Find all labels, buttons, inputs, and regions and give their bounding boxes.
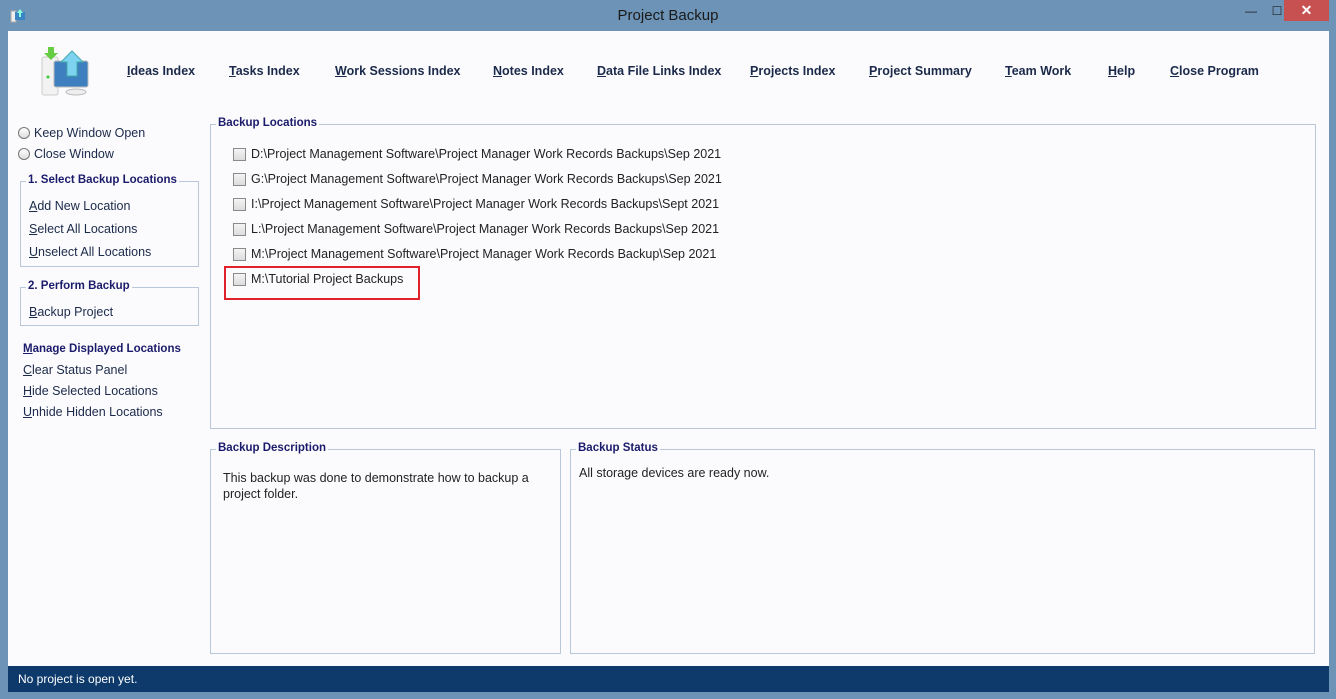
select-backup-locations-group: 1. Select Backup Locations Add New Locat… (20, 174, 199, 267)
location-label: M:\Project Management Software\Project M… (251, 247, 717, 261)
perform-backup-group: 2. Perform Backup Backup Project (20, 280, 199, 326)
status-bar: No project is open yet. (8, 666, 1329, 692)
panel-title: Backup Status (576, 442, 660, 454)
backup-locations-panel: Backup Locations D:\Project Management S… (210, 117, 1316, 429)
nav-projects-index[interactable]: Projects Index (750, 64, 835, 78)
location-label: D:\Project Management Software\Project M… (251, 147, 722, 161)
radio-circle (18, 127, 30, 139)
checkbox[interactable] (233, 197, 246, 211)
close-window-radio[interactable]: Close Window (18, 147, 114, 161)
panel-title: Backup Description (216, 442, 328, 454)
panel-title: Backup Locations (216, 117, 320, 129)
radio-label: Close Window (34, 147, 114, 161)
location-checkbox[interactable]: M:\Project Management Software\Project M… (233, 247, 716, 261)
radio-circle (18, 148, 30, 160)
nav-help[interactable]: Help (1108, 64, 1135, 78)
group-title: 2. Perform Backup (26, 280, 132, 292)
keep-window-open-radio[interactable]: Keep Window Open (18, 126, 145, 140)
backup-status-panel: Backup Status All storage devices are re… (570, 442, 1315, 654)
checkbox[interactable] (233, 247, 246, 261)
backup-logo-icon (41, 47, 89, 96)
clear-status-panel-link[interactable]: Clear Status Panel (23, 363, 127, 377)
backup-description-panel: Backup Description This backup was done … (210, 442, 561, 654)
highlight-box (224, 266, 420, 300)
location-checkbox[interactable]: I:\Project Management Software\Project M… (233, 197, 719, 211)
hide-selected-locations-link[interactable]: Hide Selected Locations (23, 384, 158, 398)
group-title: 1. Select Backup Locations (26, 174, 179, 186)
nav-tasks-index[interactable]: Tasks Index (229, 64, 300, 78)
main-window: Ideas Index Tasks Index Work Sessions In… (8, 31, 1329, 666)
add-new-location-link[interactable]: Add New Location (29, 199, 130, 213)
unselect-all-locations-link[interactable]: Unselect All Locations (29, 245, 151, 259)
nav-close-program[interactable]: Close Program (1170, 64, 1259, 78)
backup-status-text: All storage devices are ready now. (579, 466, 770, 480)
backup-project-link[interactable]: Backup Project (29, 305, 113, 319)
nav-team-work[interactable]: Team Work (1005, 64, 1071, 78)
location-label: I:\Project Management Software\Project M… (251, 197, 720, 211)
close-button[interactable]: ✕ (1284, 0, 1329, 21)
nav-project-summary[interactable]: Project Summary (869, 64, 972, 78)
unhide-hidden-locations-link[interactable]: Unhide Hidden Locations (23, 405, 163, 419)
location-checkbox[interactable]: D:\Project Management Software\Project M… (233, 147, 721, 161)
manage-locations-heading: Manage Displayed Locations (23, 343, 181, 355)
nav-notes-index[interactable]: Notes Index (493, 64, 564, 78)
location-label: G:\Project Management Software\Project M… (251, 172, 722, 186)
location-label: L:\Project Management Software\Project M… (251, 222, 720, 236)
backup-description-text[interactable]: This backup was done to demonstrate how … (223, 470, 543, 502)
location-checkbox[interactable]: G:\Project Management Software\Project M… (233, 172, 722, 186)
nav-data-file-links-index[interactable]: Data File Links Index (597, 64, 721, 78)
location-checkbox[interactable]: L:\Project Management Software\Project M… (233, 222, 719, 236)
title-bar: Project Backup — ☐ ✕ (0, 0, 1336, 31)
radio-label: Keep Window Open (34, 126, 146, 140)
checkbox[interactable] (233, 172, 246, 186)
select-all-locations-link[interactable]: Select All Locations (29, 222, 137, 236)
checkbox[interactable] (233, 222, 246, 236)
window-title: Project Backup (617, 7, 719, 24)
nav-ideas-index[interactable]: Ideas Index (127, 64, 195, 78)
nav-work-sessions-index[interactable]: Work Sessions Index (335, 64, 461, 78)
checkbox[interactable] (233, 147, 246, 161)
